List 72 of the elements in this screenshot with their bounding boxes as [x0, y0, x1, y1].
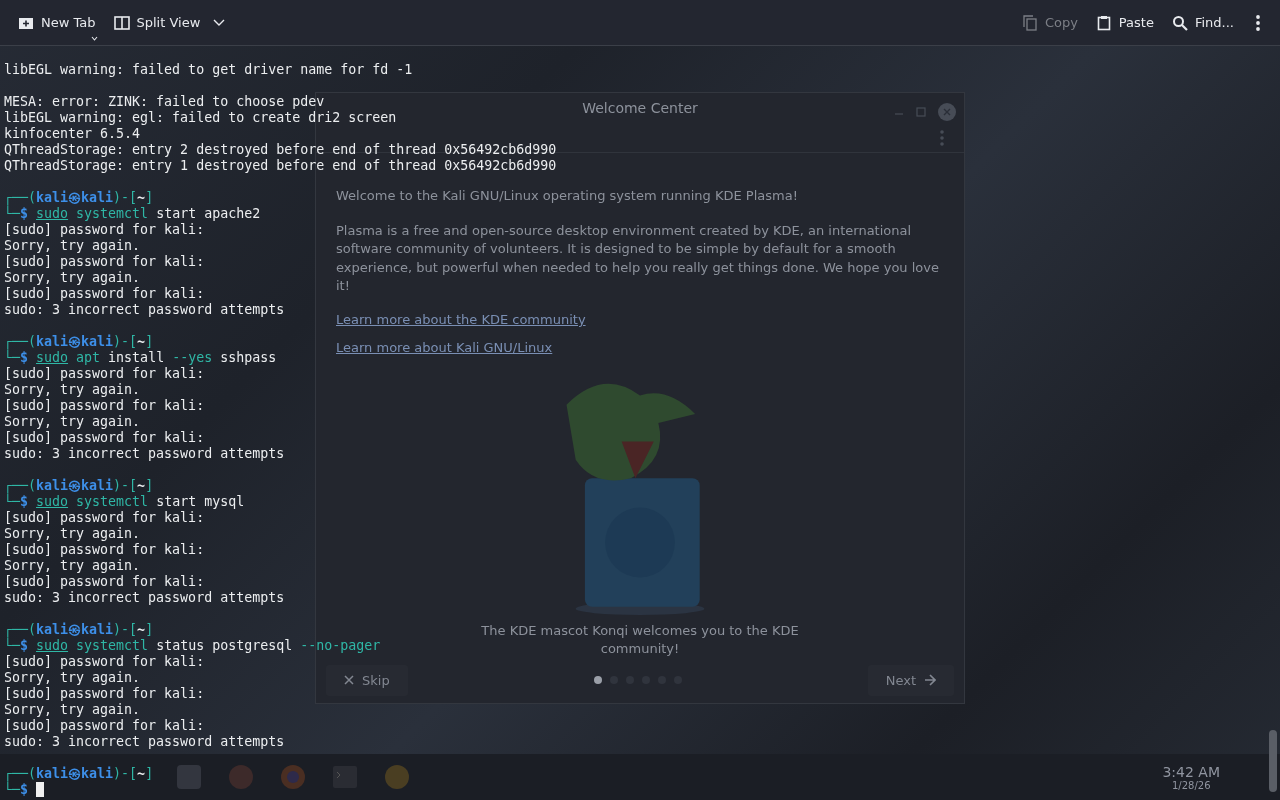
- terminal-line: ┌──(kali㉿kali)-[~]: [4, 766, 154, 782]
- caption-text: The KDE mascot Konqi welcomes you to the KDE community!: [480, 622, 800, 658]
- app-icon[interactable]: [384, 764, 410, 790]
- terminal-line: Sorry, try again.: [4, 382, 141, 398]
- terminal-line: Sorry, try again.: [4, 238, 141, 254]
- terminal-line: sudo: 3 incorrect password attempts: [4, 302, 285, 318]
- terminal-line: Sorry, try again.: [4, 414, 141, 430]
- window-title: Welcome Center: [582, 100, 698, 117]
- app-icon[interactable]: [176, 764, 202, 790]
- terminal-line: [sudo] password for kali:: [4, 286, 205, 302]
- terminal-line: sudo: 3 incorrect password attempts: [4, 590, 285, 606]
- terminal-line: Sorry, try again.: [4, 270, 141, 286]
- paste-button[interactable]: Paste: [1087, 8, 1162, 37]
- split-view-icon: [113, 14, 130, 31]
- search-icon: [1171, 14, 1188, 31]
- terminal-line: [sudo] password for kali:: [4, 510, 205, 526]
- skip-button[interactable]: Skip: [326, 665, 408, 696]
- find-button[interactable]: Find...: [1163, 8, 1242, 37]
- terminal-line: libEGL warning: egl: failed to create dri2 screen: [4, 110, 397, 126]
- scrollbar-handle[interactable]: [1269, 730, 1277, 792]
- terminal-line: ┌──(kali㉿kali)-[~]: [4, 622, 154, 638]
- clipboard-icon: [1095, 14, 1112, 31]
- chevron-down-icon: [213, 18, 226, 27]
- terminal-line: ┌──(kali㉿kali)-[~]: [4, 190, 154, 206]
- terminal-line: ┌──(kali㉿kali)-[~]: [4, 334, 154, 350]
- copy-icon: [1021, 14, 1038, 31]
- terminal-line: Sorry, try again.: [4, 558, 141, 574]
- terminal-line: ┌──(kali㉿kali)-[~]: [4, 478, 154, 494]
- terminal-line: sudo: 3 incorrect password attempts: [4, 446, 285, 462]
- terminal-line: └─$ sudo systemctl status postgresql --no-pager: [4, 638, 381, 654]
- page-indicator-dot[interactable]: [593, 676, 602, 685]
- next-button[interactable]: Next: [867, 665, 954, 696]
- clock-date: 1/28/26: [1171, 779, 1211, 791]
- terminal-line: libEGL warning: failed to get driver name for fd -1: [4, 62, 413, 78]
- terminal-line: [sudo] password for kali:: [4, 430, 205, 446]
- terminal-line: [sudo] password for kali:: [4, 222, 205, 238]
- close-icon[interactable]: [938, 103, 956, 121]
- terminal-line: └─$ sudo apt install --yes sshpass: [4, 350, 277, 366]
- link[interactable]: Learn more about Kali GNU/Linux: [336, 340, 553, 355]
- intro-text: Welcome to the Kali GNU/Linux operating system running KDE Plasma!: [336, 187, 799, 206]
- terminal-icon[interactable]: [332, 764, 358, 790]
- new-tab-button[interactable]: New Tab: [10, 8, 104, 37]
- terminal-line: Sorry, try again.: [4, 702, 141, 718]
- link[interactable]: Learn more about the KDE community: [336, 312, 586, 327]
- terminal-line: sudo: 3 incorrect password attempts: [4, 734, 285, 750]
- terminal-line: └─$ sudo systemctl start mysql: [4, 494, 245, 510]
- globe-icon[interactable]: [280, 764, 306, 790]
- terminal-line: QThreadStorage: entry 2 destroyed before end of thread 0x56492cb6d990: [4, 142, 557, 158]
- terminal-line: [sudo] password for kali:: [4, 574, 205, 590]
- clock-time: 3:42 AM: [1162, 763, 1220, 780]
- terminal-line: [sudo] password for kali:: [4, 654, 205, 670]
- terminal-line: [sudo] password for kali:: [4, 718, 205, 734]
- terminal-line: QThreadStorage: entry 1 destroyed before end of thread 0x56492cb6d990: [4, 158, 557, 174]
- terminal-line: [sudo] password for kali:: [4, 542, 205, 558]
- description-text: Plasma is a free and open-source desktop environment created by KDE, an international software community of volunteers. It is designed to be simple by default for a smooth experience, but powerful when needed to help you really get things done. We hope you love it!: [336, 222, 940, 296]
- terminal-line: [sudo] password for kali:: [4, 398, 205, 414]
- maximize-icon[interactable]: [916, 107, 926, 117]
- terminal-line: MESA: error: ZINK: failed to choose pdev: [4, 94, 325, 110]
- app-icon[interactable]: [228, 764, 254, 790]
- close-icon: [344, 675, 354, 686]
- terminal-line: kinfocenter 6.5.4: [4, 126, 141, 142]
- terminal-line: [sudo] password for kali:: [4, 366, 205, 382]
- terminal-line: [sudo] password for kali:: [4, 686, 205, 702]
- terminal-line: └─$: [4, 782, 45, 798]
- caret-icon: [91, 35, 98, 41]
- terminal-line: Sorry, try again.: [4, 526, 141, 542]
- terminal-line: └─$ sudo systemctl start apache2: [4, 206, 261, 222]
- terminal-line: Sorry, try again.: [4, 670, 141, 686]
- terminal-line: [sudo] password for kali:: [4, 254, 205, 270]
- split-view-button[interactable]: Split View: [105, 8, 234, 37]
- arrow-right-icon: [924, 674, 936, 687]
- kebab-menu-icon[interactable]: [1256, 14, 1260, 31]
